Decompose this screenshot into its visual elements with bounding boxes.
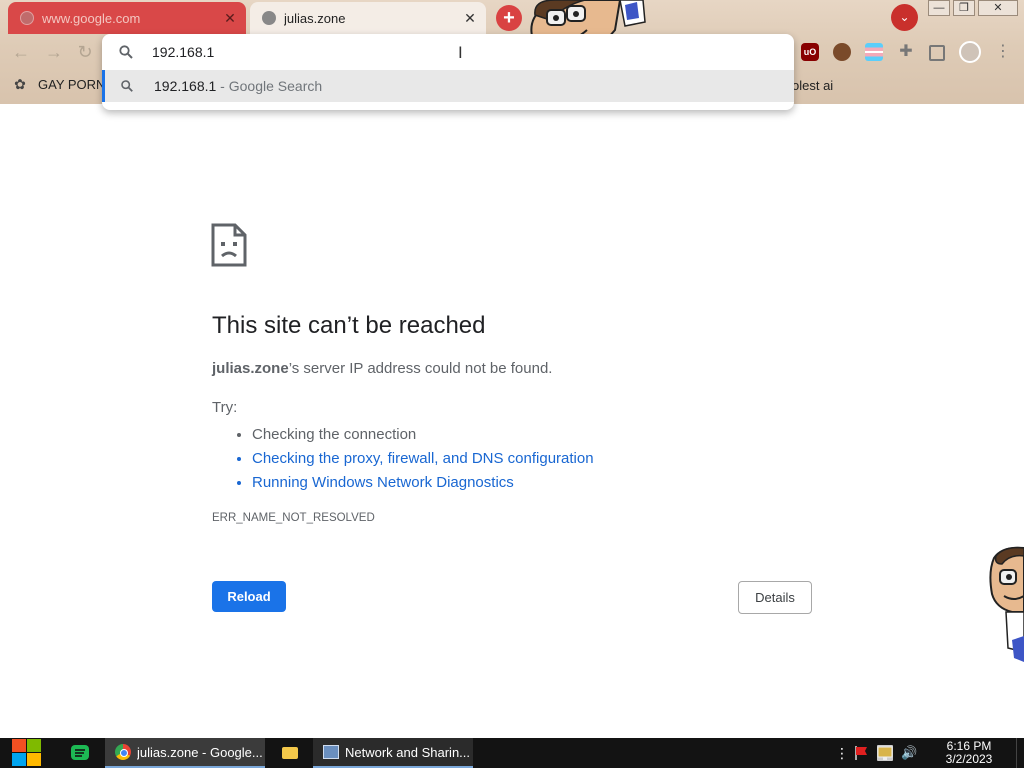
system-tray: ⋮ 🔊: [835, 738, 925, 768]
suggestion-item: Checking the connection: [252, 423, 594, 447]
minimize-button[interactable]: —: [928, 0, 950, 16]
reload-icon[interactable]: ↻: [74, 42, 96, 62]
taskbar-item-network[interactable]: Network and Sharin...: [313, 738, 473, 768]
close-tab-icon[interactable]: ✕: [460, 10, 480, 27]
show-desktop-button[interactable]: [1016, 738, 1024, 768]
bookmark-item[interactable]: ✿ GAY PORN: [12, 76, 105, 92]
close-tab-icon[interactable]: ✕: [220, 10, 240, 27]
windows-start-icon[interactable]: [10, 738, 44, 768]
tab-julias-zone[interactable]: julias.zone ✕: [250, 2, 486, 34]
clock-date: 3/2/2023: [945, 752, 993, 766]
tab-google[interactable]: www.google.com ✕: [8, 2, 246, 34]
clock[interactable]: 6:16 PM 3/2/2023: [935, 740, 1003, 766]
error-message: julias.zone’s server IP address could no…: [212, 360, 552, 377]
flag-extension-icon[interactable]: [865, 43, 883, 61]
tray-overflow-icon[interactable]: ⋮: [835, 745, 849, 761]
taskbar: julias.zone - Google... Network and Shar…: [0, 738, 1024, 768]
reload-button[interactable]: Reload: [212, 581, 286, 612]
chrome-icon: [115, 744, 131, 760]
action-center-flag-icon[interactable]: [853, 745, 869, 761]
extensions-icon[interactable]: ✚: [897, 43, 915, 61]
close-window-button[interactable]: ✕: [978, 0, 1018, 16]
cartoon-mascot-image: [989, 546, 1024, 662]
tab-title: julias.zone: [284, 10, 346, 26]
search-icon: [119, 45, 133, 59]
chat-app-icon[interactable]: [68, 742, 92, 764]
globe-icon: [20, 11, 34, 25]
suggestions-list: Checking the connection Checking the pro…: [212, 423, 594, 495]
search-icon: [121, 80, 133, 92]
suggestion-query: 192.168.1: [154, 78, 217, 94]
taskbar-item-explorer[interactable]: [275, 738, 305, 768]
folder-icon: [282, 747, 298, 759]
suggestion-hint: Google Search: [228, 78, 323, 94]
new-tab-button[interactable]: +: [496, 5, 522, 31]
suggestion-separator: -: [216, 78, 229, 94]
sad-page-icon: [211, 223, 247, 267]
bookmark-item[interactable]: olest ai: [792, 78, 833, 93]
text-cursor-icon: I: [458, 43, 463, 62]
tab-search-button[interactable]: ⌄: [891, 4, 918, 31]
omnibox-dropdown: I 192.168.1 - Google Search: [102, 34, 794, 110]
error-heading: This site can’t be reached: [212, 312, 486, 339]
globe-icon: [262, 11, 276, 25]
avatar-extension-icon[interactable]: [833, 43, 851, 61]
error-code: ERR_NAME_NOT_RESOLVED: [212, 512, 375, 524]
try-label: Try:: [212, 399, 238, 416]
omnibox-input-row[interactable]: I: [102, 34, 794, 70]
taskbar-item-chrome[interactable]: julias.zone - Google...: [105, 738, 265, 768]
forward-arrow-icon[interactable]: →: [43, 42, 65, 62]
menu-icon[interactable]: ⋮: [994, 43, 1012, 61]
restore-button[interactable]: ❐: [953, 0, 975, 16]
omnibox-suggestion[interactable]: 192.168.1 - Google Search: [102, 70, 794, 102]
taskbar-item-label: julias.zone - Google...: [137, 744, 263, 760]
bookmark-label: GAY PORN: [38, 76, 106, 92]
ublock-icon[interactable]: uO: [801, 43, 819, 61]
back-arrow-icon[interactable]: ←: [10, 42, 32, 62]
network-status-icon[interactable]: [877, 745, 893, 761]
tab-title: www.google.com: [42, 10, 141, 26]
profile-icon[interactable]: [959, 41, 981, 63]
proxy-firewall-dns-link[interactable]: Checking the proxy, firewall, and DNS co…: [252, 447, 594, 471]
side-panel-icon[interactable]: [929, 45, 945, 61]
network-diagnostics-link[interactable]: Running Windows Network Diagnostics: [252, 471, 594, 495]
bookmark-favicon-icon: ✿: [14, 76, 26, 92]
address-input[interactable]: [152, 42, 752, 62]
details-button[interactable]: Details: [738, 581, 812, 614]
suggestion-text: 192.168.1 - Google Search: [154, 78, 322, 94]
error-host: julias.zone: [212, 360, 289, 377]
network-center-icon: [323, 745, 339, 759]
taskbar-item-label: Network and Sharin...: [345, 744, 471, 760]
error-message-text: ’s server IP address could not be found.: [288, 360, 553, 377]
volume-icon[interactable]: 🔊: [901, 745, 917, 761]
